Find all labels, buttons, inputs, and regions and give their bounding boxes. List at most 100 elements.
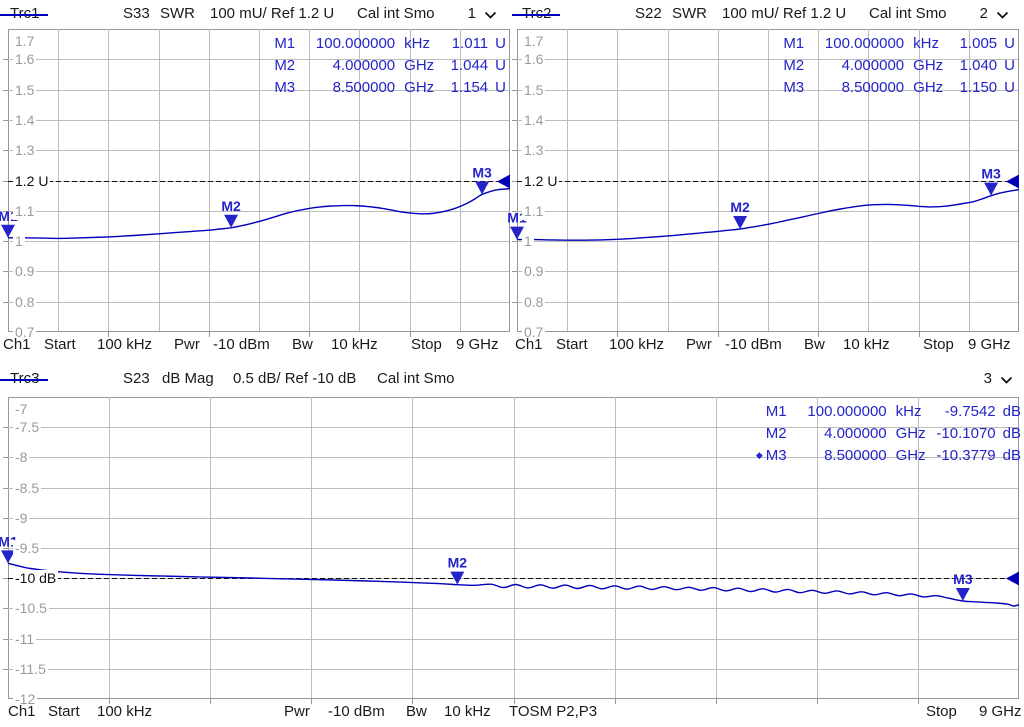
channel-footer-3: Ch1 Start 100 kHz Pwr -10 dBm Bw 10 kHz … (0, 699, 1024, 725)
marker-M3[interactable]: M3 (472, 164, 492, 195)
chevron-down-icon[interactable] (1000, 376, 1013, 385)
trace-format[interactable]: SWR (672, 5, 707, 22)
marker-label: M3 (472, 164, 492, 180)
y-axis-label: -11 (13, 630, 37, 648)
marker-vu-cell: dB (1002, 403, 1021, 421)
marker-info-row: M1 100.000000 kHz 1.005 U (768, 33, 1015, 55)
start-frequency[interactable]: 100 kHz (609, 336, 664, 353)
scale-reference[interactable]: 100 mU/ Ref 1.2 U (722, 5, 846, 22)
trace-header-2: Trc2 S22 SWR 100 mU/ Ref 1.2 U Cal int S… (512, 0, 1024, 29)
power-label: Pwr (284, 703, 310, 720)
trace-color-swatch (512, 14, 560, 16)
marker-freq-cell: 8.500000 (332, 78, 396, 96)
marker-vu-cell: U (1004, 35, 1015, 53)
marker-unit-cell: kHz (913, 35, 939, 53)
marker-M3[interactable]: M3 (953, 571, 973, 602)
diagram-area-2[interactable]: M1 M2 M3 1.7 1.6 1.5 1.4 1.3 1.2 U 1.1 1 0.9 0.8 0.7 M… (507, 29, 1020, 341)
marker-freq-cell: 4.000000 (332, 57, 396, 75)
power-value[interactable]: -10 dBm (328, 703, 385, 720)
marker-info-row: M1 100.000000 kHz 1.011 U (259, 33, 506, 55)
y-axis-label: 1.1 (522, 202, 546, 220)
marker-unit-cell: GHz (895, 446, 926, 464)
marker-name-cell: M2 (765, 425, 787, 443)
marker-freq-cell: 100.000000 (315, 35, 396, 53)
marker-label: M2 (448, 555, 468, 571)
y-axis-label: 1.4 (522, 111, 546, 129)
ref-value-label: -10 dB (13, 570, 59, 588)
channel-label: Ch1 (515, 336, 543, 353)
marker-val-cell: 1.040 (959, 57, 998, 75)
start-label: Start (48, 703, 80, 720)
start-label: Start (44, 336, 76, 353)
y-axis-label: 0.9 (522, 263, 546, 281)
marker-info-row: M3 8.500000 GHz 1.150 U (768, 76, 1015, 98)
power-label: Pwr (686, 336, 712, 353)
scale-reference[interactable]: 100 mU/ Ref 1.2 U (210, 5, 334, 22)
marker-M2[interactable]: M2 (448, 555, 468, 585)
ref-position-arrow[interactable] (1006, 174, 1019, 189)
chevron-down-icon[interactable] (484, 11, 497, 20)
marker-unit-cell: GHz (404, 57, 435, 75)
ref-position-arrow[interactable] (497, 174, 510, 189)
y-axis-label: 1.3 (13, 142, 37, 160)
bandwidth-value[interactable]: 10 kHz (843, 336, 890, 353)
marker-vu-cell: U (1004, 57, 1015, 75)
marker-val-cell: 1.005 (959, 35, 998, 53)
marker-info-row: M2 4.000000 GHz 1.044 U (259, 55, 506, 77)
start-frequency[interactable]: 100 kHz (97, 336, 152, 353)
bandwidth-value[interactable]: 10 kHz (444, 703, 491, 720)
marker-name-cell: ◆ M3 (755, 446, 787, 464)
bandwidth-value[interactable]: 10 kHz (331, 336, 378, 353)
trace-format[interactable]: SWR (160, 5, 195, 22)
measurement-parameter[interactable]: S22 (635, 5, 662, 22)
y-axis-label: 1.3 (522, 142, 546, 160)
trace-color-swatch (0, 379, 48, 381)
marker-info-table: M1 100.000000 kHz -9.7542 dB M2 4.000000 GHz -10… (743, 401, 1021, 466)
chevron-down-icon[interactable] (996, 11, 1009, 20)
diagram-area-3[interactable]: M1 M2 M3 -7 -7.5 -8 -8.5 -9 -9.5 -10 dB -10.5 -11 -1… (0, 397, 1021, 708)
marker-vu-cell: U (495, 57, 506, 75)
ref-position-arrow[interactable] (1006, 571, 1019, 586)
power-value[interactable]: -10 dBm (213, 336, 270, 353)
start-frequency[interactable]: 100 kHz (97, 703, 152, 720)
stop-frequency[interactable]: 9 GHz (456, 336, 499, 353)
power-label: Pwr (174, 336, 200, 353)
y-axis-label: 1.6 (13, 51, 37, 69)
cal-status-value: TOSM P2,P3 (509, 703, 598, 720)
channel-number[interactable]: 1 (462, 5, 476, 22)
y-axis-label: -7.5 (13, 419, 42, 437)
marker-M3[interactable]: M3 (981, 166, 1001, 196)
marker-M2[interactable]: M2 (730, 199, 750, 229)
marker-info-row: M2 4.000000 GHz -10.1070 dB (743, 423, 1021, 445)
trace-format[interactable]: dB Mag (162, 370, 214, 387)
marker-unit-cell: GHz (895, 425, 926, 443)
diagram-area-1[interactable]: M1 M2 M3 1.7 1.6 1.5 1.4 1.3 1.2 U 1.1 1 0.9 0.8 0.7 M… (0, 29, 511, 341)
power-value[interactable]: -10 dBm (725, 336, 782, 353)
measurement-parameter[interactable]: S33 (123, 5, 150, 22)
trace-curve[interactable] (7, 562, 1020, 607)
marker-M2[interactable]: M2 (221, 198, 241, 228)
stop-frequency[interactable]: 9 GHz (968, 336, 1011, 353)
y-axis-label: 0.8 (522, 293, 546, 311)
y-axis-label: -8 (13, 449, 30, 467)
measurement-parameter[interactable]: S23 (123, 370, 150, 387)
marker-unit-cell: kHz (895, 403, 922, 421)
marker-vu-cell: U (495, 35, 506, 53)
y-axis-label: 1.6 (522, 51, 546, 69)
channel-number[interactable]: 2 (974, 5, 988, 22)
marker-freq-cell: 100.000000 (824, 35, 905, 53)
y-axis-label: 1 (13, 233, 25, 251)
stop-frequency[interactable]: 9 GHz (979, 703, 1022, 720)
y-axis-label: 1.4 (13, 111, 37, 129)
marker-label: M3 (981, 166, 1001, 182)
marker-label: M3 (953, 571, 973, 587)
marker-name-cell: M1 (783, 35, 805, 53)
trace-header-3: Trc3 S23 dB Mag 0.5 dB/ Ref -10 dB Cal i… (0, 360, 1024, 397)
marker-label: M2 (221, 198, 241, 214)
y-axis-label: 0.8 (13, 293, 37, 311)
channel-number[interactable]: 3 (978, 370, 992, 387)
marker-val-cell: -9.7542 (944, 403, 996, 421)
scale-reference[interactable]: 0.5 dB/ Ref -10 dB (233, 370, 356, 387)
stop-label: Stop (411, 336, 442, 353)
y-axis-label: -10.5 (13, 600, 49, 618)
